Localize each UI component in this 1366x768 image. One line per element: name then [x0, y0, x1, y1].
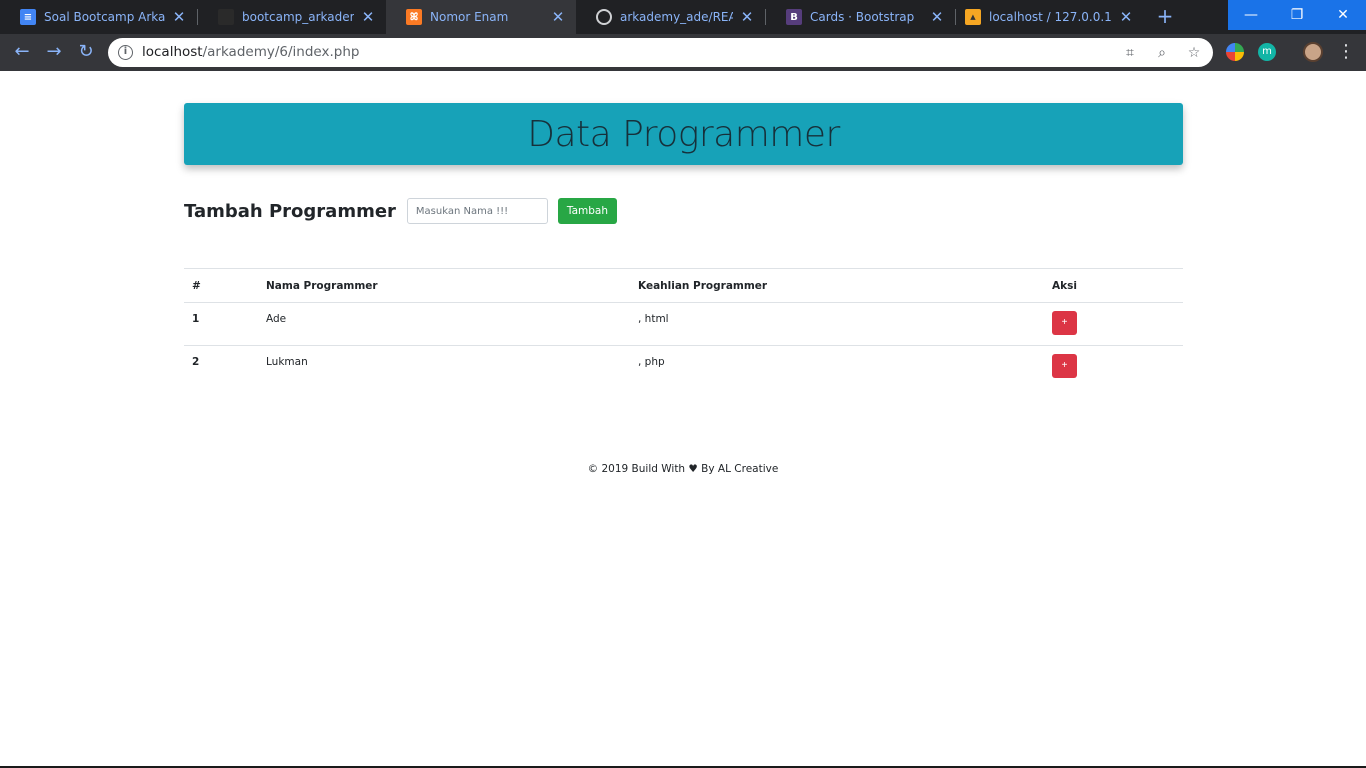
extension-icon[interactable] — [1226, 43, 1244, 61]
close-tab-icon[interactable]: ✕ — [929, 9, 945, 25]
github-icon — [596, 9, 612, 25]
tab-label: bootcamp_arkademy_a — [242, 10, 354, 24]
close-tab-icon[interactable]: ✕ — [171, 9, 187, 25]
tab-github-readme[interactable]: arkademy_ade/READM ✕ — [576, 0, 765, 34]
close-tab-icon[interactable]: ✕ — [550, 9, 566, 25]
page-footer: © 2019 Build With ♥ By AL Creative — [587, 463, 779, 475]
tab-label: Nomor Enam — [430, 10, 509, 24]
page-title: Data Programmer — [527, 113, 840, 155]
table-header-row: # Nama Programmer Keahlian Programmer Ak… — [184, 268, 1183, 303]
zoom-icon[interactable]: ⌕ — [1152, 43, 1172, 63]
table-row: 1 Ade , html + — [184, 302, 1183, 346]
programmer-name: Lukman — [266, 356, 308, 368]
menu-kebab-icon[interactable]: ⋮ — [1334, 40, 1358, 64]
tab-phpmyadmin[interactable]: ▲ localhost / 127.0.0.1 / a ✕ — [956, 0, 1144, 34]
row-number: 2 — [192, 356, 200, 368]
header-number: # — [184, 268, 258, 303]
address-bar[interactable]: i localhost/arkademy/6/index.php ⌗ ⌕ ☆ — [108, 38, 1213, 67]
browser-toolbar: ← → ↻ i localhost/arkademy/6/index.php ⌗… — [0, 34, 1366, 71]
programmer-skill: , php — [638, 356, 665, 368]
header-action: Aksi — [1044, 268, 1183, 303]
header-skill: Keahlian Programmer — [630, 268, 1044, 303]
add-programmer-form: Tambah Programmer Tambah — [184, 197, 618, 225]
close-tab-icon[interactable]: ✕ — [360, 9, 376, 25]
tab-label: arkademy_ade/READM — [620, 10, 733, 24]
action-cell: + — [1044, 302, 1183, 346]
add-skill-button[interactable]: + — [1052, 354, 1077, 378]
back-icon[interactable]: ← — [10, 40, 34, 64]
tab-bootcamp-arkademy[interactable]: bootcamp_arkademy_a ✕ — [198, 0, 386, 34]
close-tab-icon[interactable]: ✕ — [739, 9, 755, 25]
tab-strip: ≡ Soal Bootcamp Arkadem ✕ bootcamp_arkad… — [0, 0, 1366, 34]
xampp-icon: ꕤ — [406, 9, 422, 25]
close-window-icon[interactable]: ✕ — [1320, 0, 1366, 30]
reload-icon[interactable]: ↻ — [74, 40, 98, 64]
tab-label: Soal Bootcamp Arkadem — [44, 10, 165, 24]
bookmark-star-icon[interactable]: ☆ — [1184, 43, 1204, 63]
forward-icon[interactable]: → — [42, 40, 66, 64]
table-row: 2 Lukman , php + — [184, 346, 1183, 389]
programmer-skill: , html — [630, 302, 1044, 346]
form-heading: Tambah Programmer — [184, 200, 396, 222]
tab-soal-bootcamp[interactable]: ≡ Soal Bootcamp Arkadem ✕ — [0, 0, 197, 34]
tab-label: localhost / 127.0.0.1 / a — [989, 10, 1112, 24]
page-viewport: Data Programmer Tambah Programmer Tambah… — [0, 71, 1366, 766]
phpmyadmin-icon: ▲ — [965, 9, 981, 25]
google-docs-icon: ≡ — [20, 9, 36, 25]
action-cell: + — [1044, 346, 1183, 389]
restore-icon[interactable]: ❐ — [1274, 0, 1320, 30]
jumbotron-header: Data Programmer — [184, 103, 1183, 165]
minimize-icon[interactable]: — — [1228, 0, 1274, 30]
header-name: Nama Programmer — [258, 268, 630, 303]
add-button[interactable]: Tambah — [557, 198, 618, 224]
tab-nomor-enam[interactable]: ꕤ Nomor Enam ✕ — [386, 0, 576, 34]
row-number: 1 — [184, 302, 258, 346]
programmer-name: Ade — [258, 302, 630, 346]
programmer-name-input[interactable] — [406, 198, 548, 224]
new-tab-icon[interactable]: + — [1153, 5, 1177, 29]
programmer-table: # Nama Programmer Keahlian Programmer Ak… — [184, 268, 1183, 389]
url-host: localhost — [142, 44, 203, 60]
add-skill-button[interactable]: + — [1052, 311, 1077, 335]
tab-label: Cards · Bootstrap — [810, 10, 915, 24]
bootstrap-icon: B — [786, 9, 802, 25]
tab-cards-bootstrap[interactable]: B Cards · Bootstrap ✕ — [766, 0, 955, 34]
url-text[interactable]: localhost/arkademy/6/index.php — [142, 44, 359, 60]
url-path: /arkademy/6/index.php — [202, 44, 360, 60]
blank-page-icon — [218, 9, 234, 25]
translate-icon[interactable]: ⌗ — [1120, 43, 1140, 63]
extension-m-icon[interactable]: m — [1258, 43, 1276, 61]
close-tab-icon[interactable]: ✕ — [1118, 9, 1134, 25]
profile-avatar[interactable] — [1303, 42, 1323, 62]
site-info-icon[interactable]: i — [118, 45, 133, 60]
